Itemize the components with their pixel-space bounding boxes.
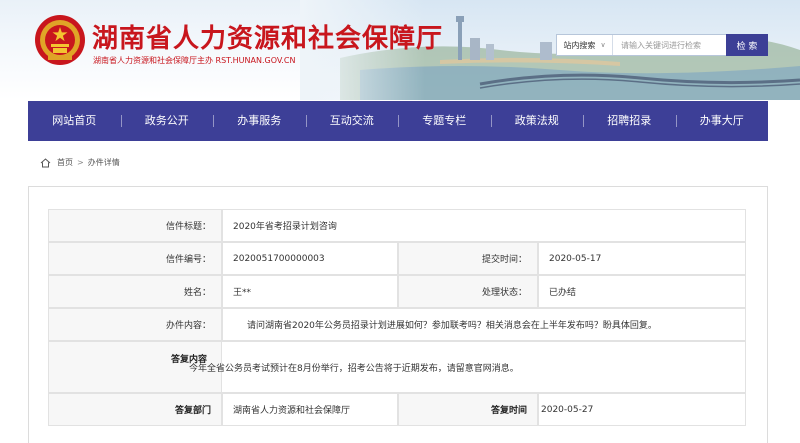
breadcrumb: 首页 > 办件详情 [40,157,120,168]
site-header: 湖南省人力资源和社会保障厅 湖南省人力资源和社会保障厅主办 RST.HUNAN.… [0,0,800,100]
name-value: 王** [222,275,398,308]
nav-item-services[interactable]: 办事服务 [213,101,306,141]
content-value: 请问湖南省2020年公务员招录计划进展如何？参加联考吗？相关消息会在上半年发布吗… [222,308,746,341]
home-icon[interactable] [40,157,51,168]
nav-item-service-hall[interactable]: 办事大厅 [675,101,769,141]
site-title[interactable]: 湖南省人力资源和社会保障厅 [92,18,443,55]
nav-item-policies[interactable]: 政策法规 [490,101,584,141]
reply-value: 今年全省公务员考试预计在8月份举行，招考公告将于近期发布，请留意官网消息。 [187,341,746,393]
detail-panel: 信件标题： 2020年省考招录计划咨询 信件编号： 20200517000000… [28,186,768,443]
reply-time-label: 答复时间 [398,393,538,426]
reply-time-value: 2020-05-27 [538,393,746,426]
search-scope-label: 站内搜索 [563,40,596,50]
content-label: 办件内容： [48,308,222,341]
status-label: 处理状态： [398,275,538,308]
breadcrumb-current: 办件详情 [87,158,120,167]
nav-item-special-topics[interactable]: 专题专栏 [398,101,491,141]
breadcrumb-separator: > [77,158,84,167]
nav-item-home[interactable]: 网站首页 [28,101,121,141]
nav-item-interaction[interactable]: 互动交流 [305,101,399,141]
chevron-down-icon: ∨ [600,41,606,49]
breadcrumb-home-link[interactable]: 首页 [57,157,73,168]
name-label: 姓名： [48,275,222,308]
dept-label: 答复部门 [48,393,222,426]
search-button[interactable]: 检 索 [726,34,768,56]
search-scope-select[interactable]: 站内搜索 ∨ [557,35,613,55]
dept-value: 湖南省人力资源和社会保障厅 [222,393,398,426]
nav-item-government-affairs[interactable]: 政务公开 [120,101,214,141]
title-label: 信件标题： [48,209,222,242]
main-nav: 网站首页 政务公开 办事服务 互动交流 专题专栏 政策法规 招聘招录 办事大厅 [28,101,768,141]
number-label: 信件编号： [48,242,222,275]
submit-time-value: 2020-05-17 [538,242,746,275]
number-value: 2020051700000003 [222,242,398,275]
title-value: 2020年省考招录计划咨询 [222,209,746,242]
national-emblem-icon [35,15,85,65]
site-subtitle: 湖南省人力资源和社会保障厅主办 RST.HUNAN.GOV.CN [93,56,296,65]
status-value: 已办结 [538,275,746,308]
submit-time-label: 提交时间： [398,242,538,275]
nav-item-recruitment[interactable]: 招聘招录 [583,101,676,141]
